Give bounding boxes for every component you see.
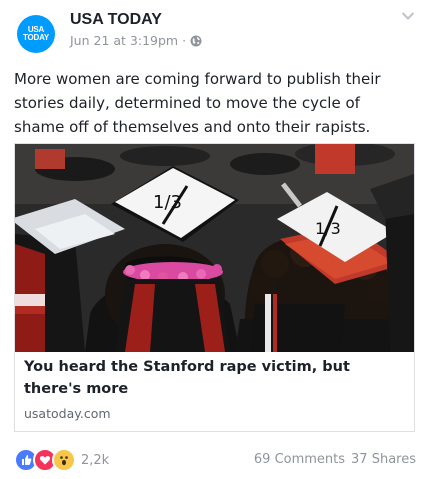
link-card[interactable]: 1/3 1/3 You heard the Stanford rape vict…	[14, 143, 415, 432]
wow-icon	[52, 448, 76, 472]
link-card-domain: usatoday.com	[24, 406, 111, 421]
chevron-down-icon[interactable]	[401, 11, 415, 21]
link-card-image[interactable]: 1/3 1/3	[15, 144, 414, 352]
globe-icon	[190, 35, 202, 47]
page-avatar[interactable]: USA TODAY	[17, 15, 55, 53]
meta-separator: ·	[182, 33, 187, 48]
page-name-link[interactable]: USA TODAY	[70, 11, 162, 29]
post-meta: Jun 21 at 3:19pm ·	[70, 33, 202, 48]
cap-label-left: 1/3	[153, 192, 182, 213]
cap-label-right: 1/3	[315, 219, 341, 238]
avatar-line2: TODAY	[22, 33, 50, 42]
shares-count-link[interactable]: 37 Shares	[351, 452, 416, 467]
link-card-title[interactable]: You heard the Stanford rape victim, but …	[24, 356, 404, 400]
post-header: USA TODAY USA TODAY Jun 21 at 3:19pm ·	[0, 0, 431, 60]
reaction-count: 2,2k	[81, 452, 110, 468]
reactions-summary[interactable]: 2,2k	[14, 448, 109, 472]
post-stats: 69 Comments 37 Shares	[254, 452, 416, 467]
post-message: More women are coming forward to publish…	[14, 70, 381, 136]
comments-count-link[interactable]: 69 Comments	[254, 452, 345, 467]
post-timestamp[interactable]: Jun 21 at 3:19pm	[70, 33, 178, 48]
